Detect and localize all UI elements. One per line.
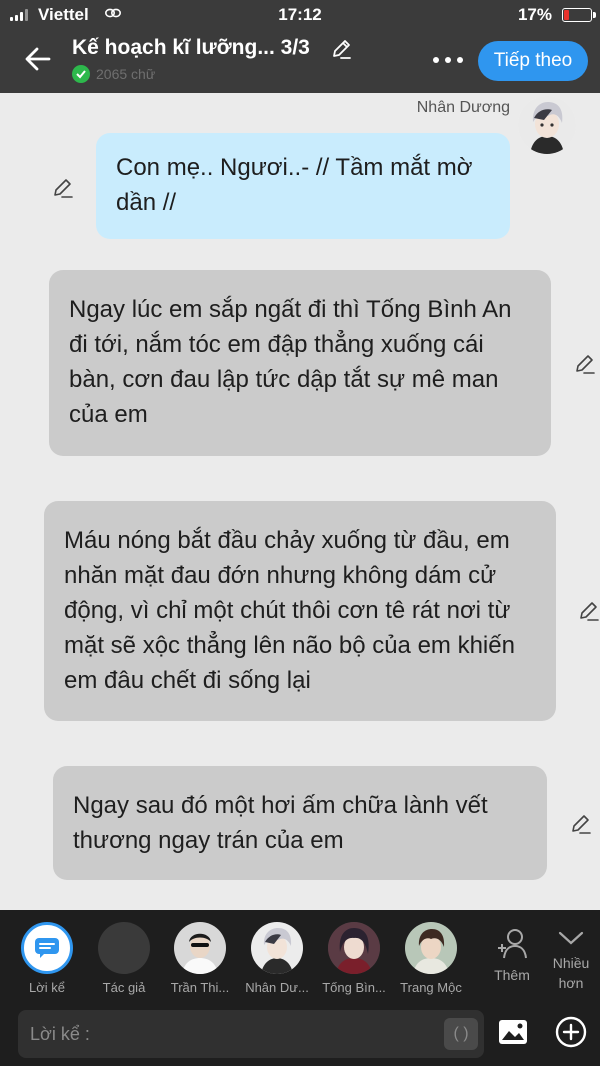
status-bar: Viettel 17:12 17% [0, 0, 600, 30]
character-label: Nhân Dư... [245, 980, 309, 995]
word-count: 2065 chữ [72, 65, 155, 83]
character-avatar [251, 922, 303, 974]
character-tran-thi[interactable]: Trần Thi... [162, 922, 238, 995]
character-label: Trang Mộc [400, 980, 462, 995]
bottom-panel: Lời kể Tác giả Trần Thi... Nhân Dư... Tố… [0, 910, 600, 1066]
add-character-button[interactable]: Thêm [488, 928, 536, 985]
character-label: Tống Bìn... [322, 980, 386, 995]
edit-pencil-icon[interactable] [578, 600, 600, 622]
character-nhan-duong[interactable]: Nhân Dư... [239, 922, 315, 995]
message-bubble[interactable]: Ngay lúc em sắp ngất đi thì Tống Bình An… [49, 270, 551, 456]
battery-percent: 17% [517, 5, 552, 24]
message-text: Ngay sau đó một hơi ấm chữa lành vết thư… [73, 792, 488, 854]
back-arrow-icon[interactable] [22, 43, 54, 75]
more-label-line1: Nhiều [552, 955, 590, 971]
word-count-label: 2065 chữ [96, 66, 156, 82]
character-trang-moc[interactable]: Trang Mộc [393, 922, 469, 995]
character-avatar [405, 922, 457, 974]
character-author[interactable]: Tác giả [86, 922, 162, 995]
check-icon [72, 65, 90, 83]
add-circle-icon[interactable] [555, 1016, 587, 1048]
message-bubble[interactable]: Con mẹ.. Ngươi..- // Tầm mắt mờ dần // [96, 133, 510, 239]
edit-pencil-icon[interactable] [52, 177, 74, 199]
more-characters-button[interactable]: Nhiều hơn [546, 928, 596, 993]
author-avatar [98, 922, 150, 974]
character-avatar [328, 922, 380, 974]
next-button[interactable]: Tiếp theo [478, 41, 588, 81]
message-text: Ngay lúc em sắp ngất đi thì Tống Bình An… [69, 296, 512, 428]
character-label: Lời kể [29, 980, 65, 995]
clock: 17:12 [278, 5, 322, 24]
story-title: Kế hoạch kĩ lưỡng... 3/3 [72, 36, 310, 59]
message-bubble[interactable]: Máu nóng bắt đầu chảy xuống từ đầu, em n… [44, 501, 556, 721]
chat-area: Nhân Dương Con mẹ.. Ngươi..- // Tầm mắt … [0, 93, 600, 910]
speaker-name: Nhân Dương [416, 99, 510, 116]
message-bubble[interactable]: Ngay sau đó một hơi ấm chữa lành vết thư… [53, 766, 547, 880]
add-person-icon [498, 929, 527, 959]
edit-title-pencil-icon[interactable] [330, 38, 352, 60]
more-label-line2: hơn [558, 975, 584, 991]
character-narration[interactable]: Lời kể [9, 922, 85, 995]
parenthesis-button[interactable]: ( ) [444, 1018, 478, 1050]
top-bar: Viettel 17:12 17% Kế hoạch kĩ lưỡng... 3… [0, 0, 600, 93]
character-label: Trần Thi... [170, 980, 230, 995]
narration-icon [21, 922, 73, 974]
image-icon[interactable] [497, 1018, 529, 1046]
battery-icon [562, 8, 596, 22]
message-text: Con mẹ.. Ngươi..- // Tầm mắt mờ dần // [116, 154, 473, 216]
narration-input[interactable]: Lời kể : [18, 1010, 484, 1058]
message-text: Máu nóng bắt đầu chảy xuống từ đầu, em n… [64, 527, 515, 694]
character-tong-binh[interactable]: Tống Bìn... [316, 922, 392, 995]
speaker-avatar[interactable] [518, 96, 576, 154]
character-avatar [174, 922, 226, 974]
more-options-icon[interactable] [433, 57, 463, 63]
nav-bar: Kế hoạch kĩ lưỡng... 3/3 2065 chữ Tiếp t… [0, 30, 600, 93]
chevron-down-icon [558, 931, 584, 945]
add-character-label: Thêm [494, 967, 530, 983]
character-picker: Lời kể Tác giả Trần Thi... Nhân Dư... Tố… [0, 910, 600, 1004]
character-label: Tác giả [102, 980, 146, 995]
edit-pencil-icon[interactable] [570, 813, 592, 835]
composer-row: Lời kể : ( ) [0, 1006, 600, 1062]
edit-pencil-icon[interactable] [574, 353, 596, 375]
